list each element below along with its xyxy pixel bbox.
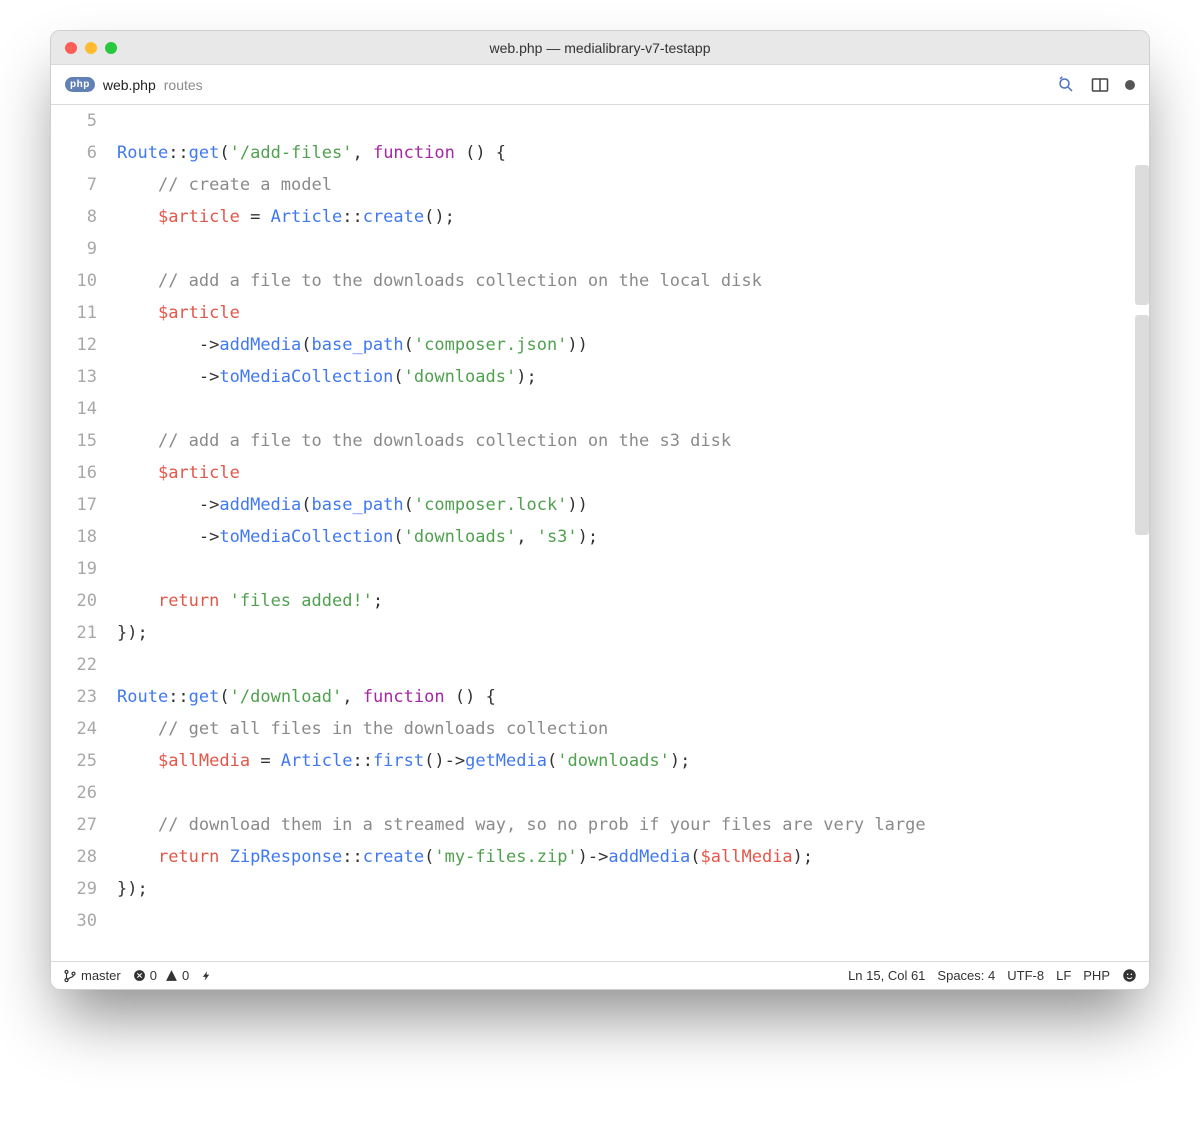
line-number: 7 <box>51 169 97 201</box>
code-line[interactable]: ->addMedia(base_path('composer.json')) <box>111 329 1149 361</box>
git-branch-status[interactable]: master <box>63 968 121 983</box>
code-line[interactable]: // add a file to the downloads collectio… <box>111 425 1149 457</box>
tab-bar: php web.php routes <box>51 65 1149 105</box>
line-number: 16 <box>51 457 97 489</box>
php-file-icon: php <box>65 77 95 92</box>
code-line[interactable]: $allMedia = Article::first()->getMedia('… <box>111 745 1149 777</box>
code-line[interactable]: Route::get('/add-files', function () { <box>111 137 1149 169</box>
code-line[interactable] <box>111 105 1149 137</box>
line-number: 30 <box>51 905 97 937</box>
code-line[interactable]: $article = Article::create(); <box>111 201 1149 233</box>
code-line[interactable]: // download them in a streamed way, so n… <box>111 809 1149 841</box>
line-number: 28 <box>51 841 97 873</box>
line-number: 5 <box>51 105 97 137</box>
line-number: 26 <box>51 777 97 809</box>
titlebar: web.php — medialibrary-v7-testapp <box>51 31 1149 65</box>
editor-window: web.php — medialibrary-v7-testapp php we… <box>50 30 1150 990</box>
split-editor-icon[interactable] <box>1091 76 1109 94</box>
code-line[interactable]: $article <box>111 297 1149 329</box>
window-controls <box>51 42 117 54</box>
find-replace-icon[interactable] <box>1057 76 1075 94</box>
line-number: 20 <box>51 585 97 617</box>
line-number: 9 <box>51 233 97 265</box>
modified-indicator-icon[interactable] <box>1125 80 1135 90</box>
error-icon <box>133 969 146 982</box>
bolt-icon <box>201 969 212 983</box>
status-bar: master 0 0 Ln 15, Col 61 Spaces: 4 <box>51 961 1149 989</box>
problems-status[interactable]: 0 0 <box>133 968 189 983</box>
code-line[interactable]: }); <box>111 617 1149 649</box>
line-number: 19 <box>51 553 97 585</box>
line-number: 25 <box>51 745 97 777</box>
line-number: 13 <box>51 361 97 393</box>
code-line[interactable]: // add a file to the downloads collectio… <box>111 265 1149 297</box>
tab-filename: web.php <box>103 77 156 93</box>
line-number: 17 <box>51 489 97 521</box>
code-line[interactable]: ->toMediaCollection('downloads'); <box>111 361 1149 393</box>
line-number: 8 <box>51 201 97 233</box>
minimize-window-button[interactable] <box>85 42 97 54</box>
language-mode[interactable]: PHP <box>1083 968 1110 983</box>
line-number: 29 <box>51 873 97 905</box>
code-line[interactable] <box>111 777 1149 809</box>
feedback-icon[interactable] <box>1122 968 1137 983</box>
window-title: web.php — medialibrary-v7-testapp <box>51 40 1149 56</box>
code-line[interactable] <box>111 553 1149 585</box>
cursor-position[interactable]: Ln 15, Col 61 <box>848 968 925 983</box>
code-editor[interactable]: 5678910111213141516171819202122232425262… <box>51 105 1149 961</box>
line-number: 21 <box>51 617 97 649</box>
encoding-status[interactable]: UTF-8 <box>1007 968 1044 983</box>
error-count: 0 <box>150 968 157 983</box>
code-line[interactable]: ->addMedia(base_path('composer.lock')) <box>111 489 1149 521</box>
code-area[interactable]: Route::get('/add-files', function () { /… <box>111 105 1149 961</box>
git-branch-name: master <box>81 968 121 983</box>
tab-path: routes <box>164 77 203 93</box>
eol-status[interactable]: LF <box>1056 968 1071 983</box>
line-number: 23 <box>51 681 97 713</box>
code-line[interactable]: }); <box>111 873 1149 905</box>
code-line[interactable] <box>111 233 1149 265</box>
warning-count: 0 <box>182 968 189 983</box>
warning-icon <box>165 969 178 982</box>
line-number: 11 <box>51 297 97 329</box>
line-number: 27 <box>51 809 97 841</box>
code-line[interactable]: Route::get('/download', function () { <box>111 681 1149 713</box>
code-line[interactable] <box>111 649 1149 681</box>
close-window-button[interactable] <box>65 42 77 54</box>
code-line[interactable]: ->toMediaCollection('downloads', 's3'); <box>111 521 1149 553</box>
zoom-window-button[interactable] <box>105 42 117 54</box>
git-branch-icon <box>63 969 77 983</box>
code-line[interactable]: return ZipResponse::create('my-files.zip… <box>111 841 1149 873</box>
line-number: 6 <box>51 137 97 169</box>
line-number-gutter: 5678910111213141516171819202122232425262… <box>51 105 111 961</box>
action-indicator[interactable] <box>201 969 212 983</box>
file-tab[interactable]: php web.php routes <box>65 77 203 93</box>
vertical-scrollbar[interactable] <box>1135 105 1149 961</box>
code-line[interactable]: return 'files added!'; <box>111 585 1149 617</box>
code-line[interactable] <box>111 905 1149 937</box>
line-number: 18 <box>51 521 97 553</box>
line-number: 15 <box>51 425 97 457</box>
code-line[interactable]: $article <box>111 457 1149 489</box>
line-number: 24 <box>51 713 97 745</box>
line-number: 22 <box>51 649 97 681</box>
code-line[interactable]: // get all files in the downloads collec… <box>111 713 1149 745</box>
code-line[interactable]: // create a model <box>111 169 1149 201</box>
indentation-status[interactable]: Spaces: 4 <box>937 968 995 983</box>
line-number: 14 <box>51 393 97 425</box>
line-number: 10 <box>51 265 97 297</box>
line-number: 12 <box>51 329 97 361</box>
code-line[interactable] <box>111 393 1149 425</box>
